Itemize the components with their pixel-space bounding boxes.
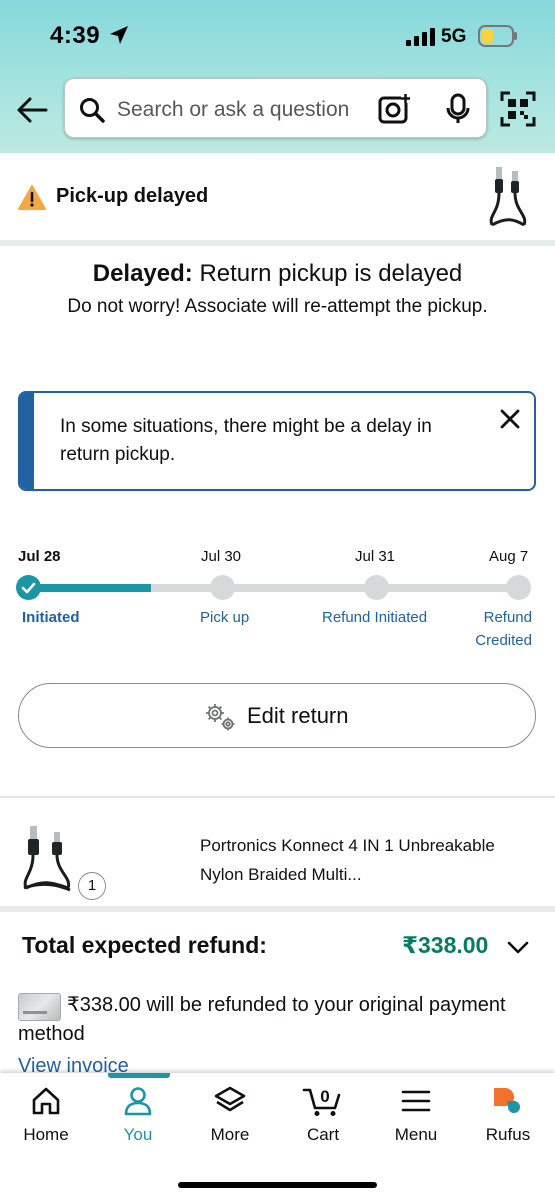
status-title: Pick-up delayed [56,185,209,207]
tracker-date: Aug 7 [489,548,529,565]
tracker-progress [28,584,151,592]
delay-heading: Delayed: Return pickup is delayed [0,260,555,288]
tab-label: You [123,1125,153,1144]
tracker-step [506,575,531,600]
section-divider [0,906,555,912]
status-row: Pick-up delayed [0,153,555,241]
tracker-step [210,575,235,600]
info-accent-bar [20,393,34,489]
tracker-label: Refund Initiated [322,609,428,626]
refund-label: Total expected refund: [22,932,267,958]
chevron-down-icon[interactable] [506,940,530,956]
product-image[interactable] [18,822,78,892]
rufus-icon [494,1088,520,1113]
tracker-date: Jul 31 [355,548,396,565]
info-alert-text: In some situations, there might be a del… [60,416,432,465]
tab-label: Home [23,1125,69,1144]
delay-heading-bold: Delayed: [92,260,193,287]
back-arrow-icon[interactable] [14,92,50,128]
tab-you[interactable]: You [92,1085,184,1157]
tracker-label: Pick up [200,609,250,626]
search-placeholder: Search or ask a question [117,98,350,121]
status-bar: 4:39 5G [0,0,555,70]
tab-home[interactable]: Home [0,1085,92,1157]
product-thumbnail[interactable] [484,163,534,229]
tab-label: Menu [394,1125,438,1144]
home-icon [32,1087,60,1115]
tracker-label: Initiated [22,609,80,626]
refund-note: ₹338.00 will be refunded to your origina… [18,994,506,1045]
info-alert: In some situations, there might be a del… [18,391,536,491]
battery-icon [478,25,517,47]
product-title[interactable]: Portronics Konnect 4 IN 1 Unbreakable Ny… [200,831,540,889]
delay-subtitle: Do not worry! Associate will re-attempt … [67,296,488,317]
tab-label: Rufus [485,1125,531,1144]
warning-icon [18,185,46,210]
person-icon [124,1087,152,1116]
close-icon[interactable] [498,407,522,431]
signal-icon [406,28,435,46]
bottom-tab-bar: Home You More 0 Cart Menu Rufus [0,1073,555,1200]
refund-amount[interactable]: ₹338.00 [402,932,488,959]
edit-return-label: Edit return [247,703,349,728]
menu-icon [401,1090,431,1112]
tracker-step-done [16,575,41,600]
tab-menu[interactable]: Menu [370,1085,462,1157]
section-divider [0,240,555,246]
delay-heading-rest: Return pickup is delayed [192,260,463,287]
tracker-date: Jul 28 [18,548,61,565]
tab-cart[interactable]: 0 Cart [277,1085,369,1157]
layers-icon [214,1086,246,1112]
check-icon [21,582,36,594]
search-input[interactable]: Search or ask a question [64,78,487,138]
location-arrow-icon [110,26,128,44]
search-icon [80,98,105,123]
home-indicator [178,1182,377,1188]
camera-search-icon[interactable] [377,93,411,125]
tracker-step [364,575,389,600]
tab-label: More [210,1125,250,1144]
tracker-label: Refund Credited [475,609,532,649]
edit-return-button[interactable]: Edit return [18,683,536,748]
quantity-badge: 1 [78,872,106,900]
microphone-icon[interactable] [445,93,471,125]
tab-more[interactable]: More [184,1085,276,1157]
tab-rufus[interactable]: Rufus [462,1085,554,1157]
status-time: 4:39 [50,22,101,49]
gears-icon [206,704,235,731]
qr-scanner-icon[interactable] [500,91,536,127]
section-divider [0,796,555,798]
network-type: 5G [441,26,467,47]
app-header: 4:39 5G Search or ask a question [0,0,555,153]
cart-count: 0 [320,1087,329,1106]
tab-label: Cart [306,1125,340,1144]
cart-icon: 0 [302,1087,341,1116]
active-tab-indicator [108,1073,170,1078]
tracker-date: Jul 30 [201,548,242,565]
